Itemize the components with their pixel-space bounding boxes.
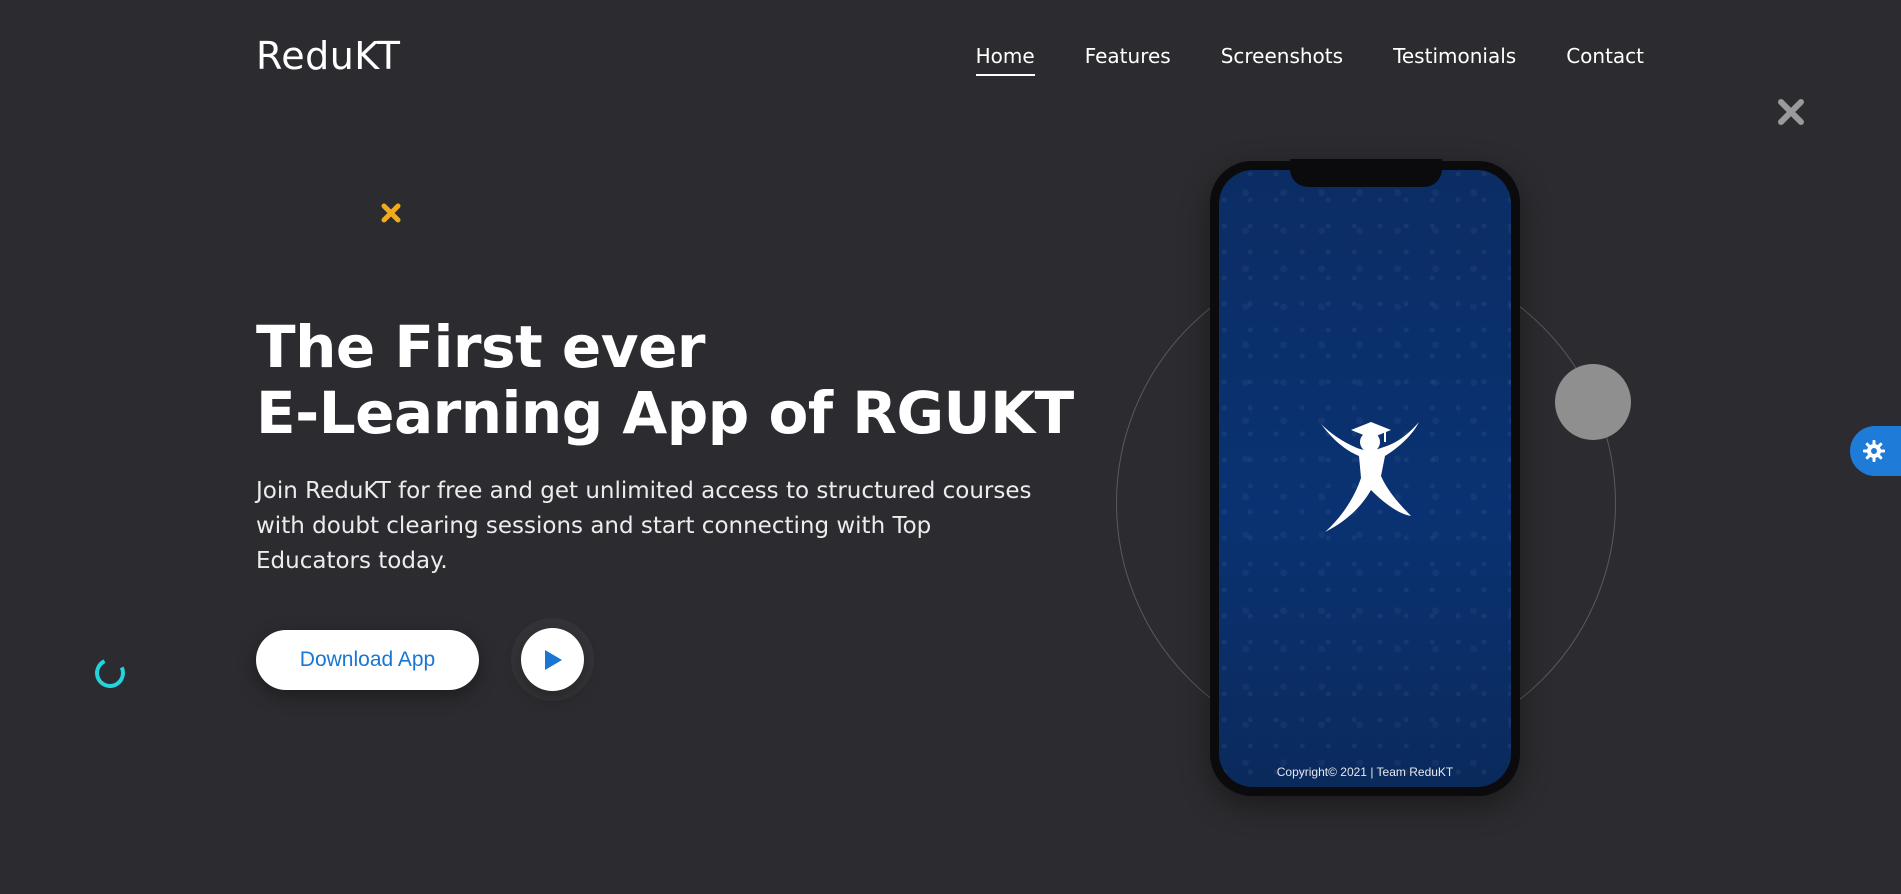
phone-notch [1290,159,1442,187]
decorative-ball [1555,364,1631,440]
phone-copyright: Copyright© 2021 | Team ReduKT [1276,765,1454,779]
download-app-button[interactable]: Download App [256,630,479,690]
nav-screenshots[interactable]: Screenshots [1221,44,1343,76]
phone-screen: Copyright© 2021 | Team ReduKT [1219,170,1511,787]
hero-title: The First ever E-Learning App of RGUKT [256,314,1076,446]
close-icon[interactable] [1776,97,1806,127]
hero-title-line-1: The First ever [256,313,706,381]
nav-home[interactable]: Home [975,44,1035,76]
hero-description: Join ReduKT for free and get unlimited a… [256,478,1032,574]
nav-features[interactable]: Features [1085,44,1171,76]
ring-icon [90,653,130,693]
gear-icon [1863,440,1885,462]
main-nav: Home Features Screenshots Testimonials C… [975,44,1644,76]
nav-contact[interactable]: Contact [1566,44,1644,76]
graduate-figure-icon [1321,422,1419,532]
hero-title-line-2: E-Learning App of RGUKT [256,379,1074,447]
play-icon [544,649,562,670]
play-video-button[interactable] [521,628,584,691]
nav-testimonials[interactable]: Testimonials [1393,44,1516,76]
brand-logo[interactable]: ReduKT [256,34,400,78]
cross-icon [380,202,402,224]
phone-mockup: Copyright© 2021 | Team ReduKT [1210,159,1520,796]
settings-toggle[interactable] [1850,426,1901,476]
